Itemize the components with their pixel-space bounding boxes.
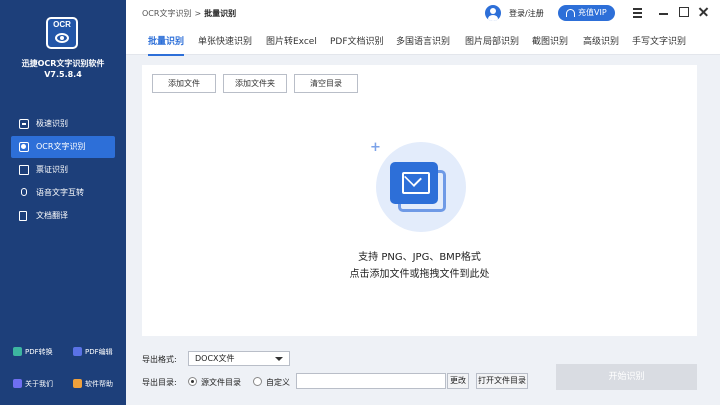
tool-label: 软件帮助 bbox=[85, 380, 113, 388]
sidebar-item-speech[interactable]: 语音文字互转 bbox=[11, 182, 115, 204]
help-icon bbox=[73, 379, 82, 388]
minimize-icon[interactable] bbox=[658, 6, 670, 18]
plus-icon: + bbox=[370, 140, 381, 155]
tab-screenshot[interactable]: 截图识别 bbox=[532, 34, 568, 47]
eye-icon bbox=[55, 33, 69, 43]
open-dir-button[interactable]: 打开文件目录 bbox=[476, 373, 528, 389]
file-list-panel[interactable]: 添加文件 添加文件夹 清空目录 + 支持 PNG、JPG、BMP格式 点击添加文… bbox=[142, 65, 697, 336]
tool-pdf-edit[interactable]: PDF编辑 bbox=[73, 346, 113, 358]
tool-pdf-convert[interactable]: PDF转换 bbox=[13, 346, 53, 358]
login-link[interactable]: 登录/注册 bbox=[509, 8, 544, 19]
app-logo: OCR bbox=[46, 17, 78, 49]
breadcrumb-separator: > bbox=[194, 9, 202, 18]
vip-button-label: 充值VIP bbox=[578, 8, 607, 17]
titlebar: OCR文字识别 > 批量识别 登录/注册 充值VIP bbox=[126, 0, 720, 27]
breadcrumb-current: 批量识别 bbox=[204, 9, 237, 18]
sidebar-item-label: 极速识别 bbox=[36, 119, 68, 128]
sidebar-item-ticket[interactable]: 票证识别 bbox=[11, 159, 115, 181]
breadcrumb-parent[interactable]: OCR文字识别 bbox=[142, 9, 191, 18]
radio-custom-dir-label[interactable]: 自定义 bbox=[266, 377, 290, 388]
add-file-button[interactable]: 添加文件 bbox=[152, 74, 216, 93]
tool-label: 关于我们 bbox=[25, 380, 53, 388]
tool-label: PDF转换 bbox=[25, 348, 53, 356]
chevron-down-icon bbox=[275, 357, 283, 361]
ticket-icon bbox=[19, 165, 29, 175]
maximize-icon[interactable] bbox=[678, 6, 690, 18]
start-recognition-button[interactable]: 开始识别 bbox=[556, 364, 697, 390]
tool-help[interactable]: 软件帮助 bbox=[73, 378, 113, 390]
sidebar-item-label: 语音文字互转 bbox=[36, 188, 84, 197]
sidebar-item-fast-scan[interactable]: 极速识别 bbox=[11, 113, 115, 135]
export-format-value: DOCX文件 bbox=[195, 354, 235, 363]
add-folder-button[interactable]: 添加文件夹 bbox=[223, 74, 287, 93]
sidebar: OCR 迅捷OCR文字识别软件 V7.5.8.4 极速识别 OCR文字识别 票证… bbox=[0, 0, 126, 405]
sidebar-item-label: 票证识别 bbox=[36, 165, 68, 174]
tab-advanced[interactable]: 高级识别 bbox=[583, 34, 619, 47]
pdf-edit-icon bbox=[73, 347, 82, 356]
vip-crown-icon bbox=[566, 9, 575, 17]
export-path-input[interactable] bbox=[296, 373, 446, 389]
tab-pdf[interactable]: PDF文档识别 bbox=[330, 34, 384, 47]
drop-hint-text: 点击添加文件或拖拽文件到此处 bbox=[349, 269, 490, 280]
radio-source-dir[interactable] bbox=[188, 377, 197, 386]
pdf-convert-icon bbox=[13, 347, 22, 356]
sidebar-item-label: OCR文字识别 bbox=[36, 142, 86, 151]
tab-handwriting[interactable]: 手写文字识别 bbox=[632, 34, 686, 47]
clear-list-button[interactable]: 清空目录 bbox=[294, 74, 358, 93]
image-mail-icon bbox=[390, 162, 438, 204]
tab-image-to-excel[interactable]: 图片转Excel bbox=[266, 34, 317, 47]
supported-formats-text: 支持 PNG、JPG、BMP格式 bbox=[358, 252, 481, 263]
about-icon bbox=[13, 379, 22, 388]
tool-label: PDF编辑 bbox=[85, 348, 113, 356]
menu-icon[interactable] bbox=[632, 6, 644, 18]
radio-source-dir-label[interactable]: 源文件目录 bbox=[201, 377, 241, 388]
tab-multi-language[interactable]: 多国语言识别 bbox=[396, 34, 450, 47]
document-icon bbox=[19, 211, 27, 221]
main-area: OCR文字识别 > 批量识别 登录/注册 充值VIP 批量识别 单张快速识别 图片转… bbox=[126, 0, 720, 405]
app-version: V7.5.8.4 bbox=[44, 70, 82, 79]
tab-single-quick[interactable]: 单张快速识别 bbox=[198, 34, 252, 47]
breadcrumb: OCR文字识别 > 批量识别 bbox=[142, 8, 236, 19]
sidebar-nav: 极速识别 OCR文字识别 票证识别 语音文字互转 文档翻译 bbox=[0, 113, 126, 228]
sidebar-item-label: 文档翻译 bbox=[36, 211, 68, 220]
vip-button[interactable]: 充值VIP bbox=[558, 5, 615, 21]
tool-about[interactable]: 关于我们 bbox=[13, 378, 53, 390]
logo-text: OCR bbox=[53, 20, 71, 29]
change-dir-button[interactable]: 更改 bbox=[447, 373, 469, 389]
tab-bar: 批量识别 单张快速识别 图片转Excel PDF文档识别 多国语言识别 图片局部… bbox=[126, 27, 720, 56]
user-avatar-icon[interactable] bbox=[485, 5, 501, 21]
export-format-label: 导出格式: bbox=[142, 355, 177, 364]
microphone-icon bbox=[21, 188, 27, 196]
fast-scan-icon bbox=[19, 119, 29, 129]
tab-batch[interactable]: 批量识别 bbox=[148, 34, 185, 56]
sidebar-item-translate[interactable]: 文档翻译 bbox=[11, 205, 115, 227]
upload-illustration: + bbox=[370, 140, 470, 240]
close-icon[interactable] bbox=[698, 6, 710, 18]
sidebar-item-ocr[interactable]: OCR文字识别 bbox=[11, 136, 115, 158]
tab-image-partial[interactable]: 图片局部识别 bbox=[465, 34, 519, 47]
app-name: 迅捷OCR文字识别软件 bbox=[21, 59, 105, 68]
export-dir-label: 导出目录: bbox=[142, 378, 177, 387]
export-format-select[interactable]: DOCX文件 bbox=[188, 351, 290, 366]
ocr-scan-icon bbox=[19, 142, 29, 152]
radio-custom-dir[interactable] bbox=[253, 377, 262, 386]
